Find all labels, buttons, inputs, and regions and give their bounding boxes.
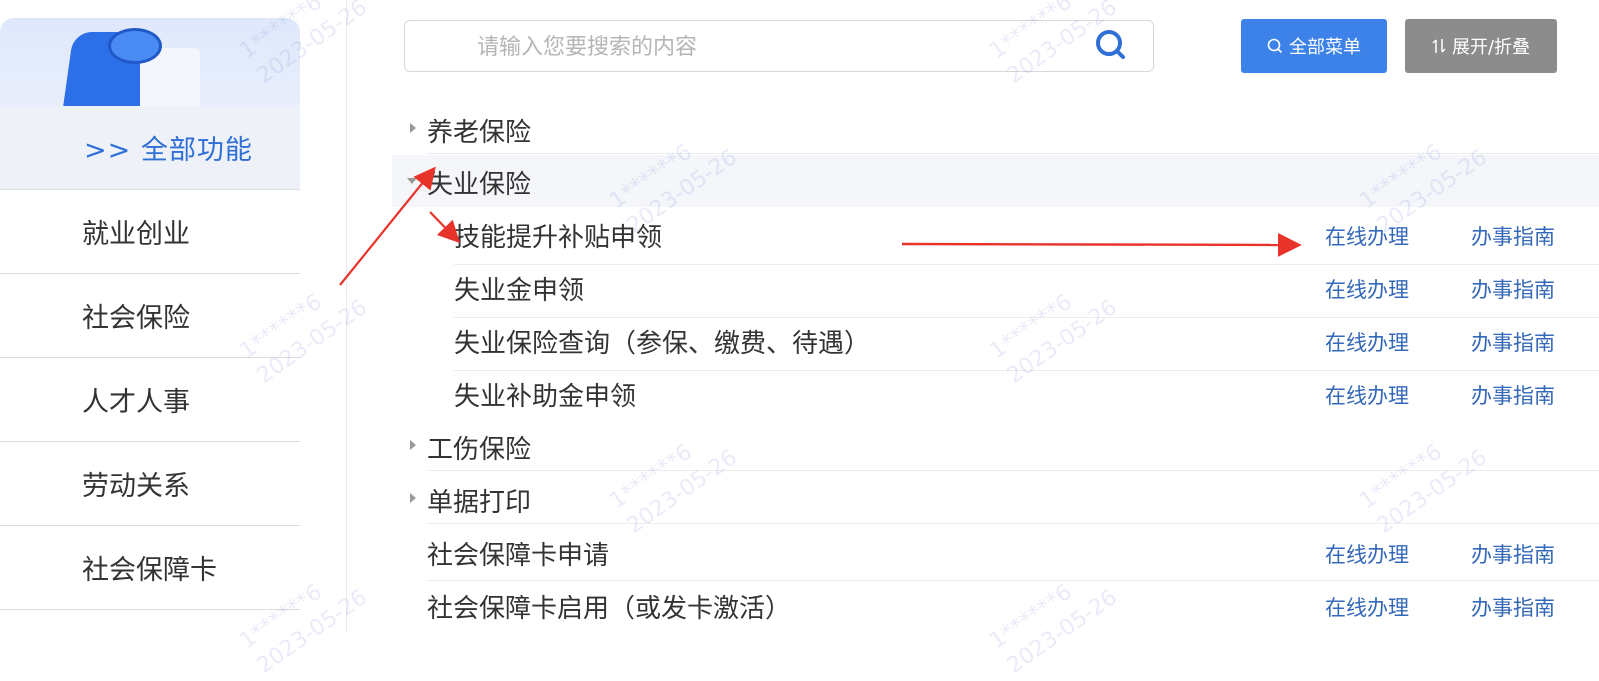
expand-collapse-button[interactable]: 展开/折叠 — [1405, 19, 1557, 73]
divider — [427, 523, 1599, 524]
all-menu-button[interactable]: 全部菜单 — [1241, 19, 1387, 73]
online-handle-link[interactable]: 在线办理 — [1325, 327, 1409, 357]
banner-illustration-top — [108, 28, 162, 64]
list-item: 社会保障卡申请 在线办理 办事指南 — [392, 526, 1599, 578]
guide-link[interactable]: 办事指南 — [1471, 327, 1555, 357]
sidebar-banner-image — [0, 18, 300, 106]
list-item: 社会保障卡启用（或发卡激活） 在线办理 办事指南 — [392, 579, 1599, 631]
category-row-pension[interactable]: 养老保险 — [392, 103, 1599, 155]
search-input[interactable] — [475, 29, 1059, 65]
category-row-work-injury[interactable]: 工伤保险 — [392, 420, 1599, 472]
guide-link[interactable]: 办事指南 — [1471, 274, 1555, 304]
divider — [427, 470, 1599, 471]
online-handle-link[interactable]: 在线办理 — [1325, 380, 1409, 410]
sidebar-item-employment[interactable]: 就业创业 — [0, 190, 300, 274]
divider — [427, 153, 1599, 154]
sidebar-item-labor-relations[interactable]: 劳动关系 — [0, 442, 300, 526]
search-icon[interactable] — [1094, 28, 1128, 62]
item-label: 失业金申领 — [454, 276, 585, 306]
online-handle-link[interactable]: 在线办理 — [1325, 592, 1409, 622]
category-label: 工伤保险 — [427, 435, 532, 465]
list-item: 失业保险查询（参保、缴费、待遇） 在线办理 办事指南 — [448, 314, 1599, 366]
caret-right-icon — [410, 493, 416, 503]
category-label: 单据打印 — [427, 488, 532, 518]
caret-right-icon — [410, 440, 416, 450]
item-label: 社会保障卡申请 — [427, 541, 610, 571]
list-item: 技能提升补贴申领 在线办理 办事指南 — [448, 208, 1599, 260]
search-box — [404, 20, 1154, 72]
item-label: 技能提升补贴申领 — [454, 223, 663, 253]
guide-link[interactable]: 办事指南 — [1471, 380, 1555, 410]
item-label: 社会保障卡启用（或发卡激活） — [427, 594, 792, 624]
online-handle-link[interactable]: 在线办理 — [1325, 221, 1409, 251]
expand-collapse-label: 展开/折叠 — [1451, 37, 1531, 58]
guide-link[interactable]: 办事指南 — [1471, 592, 1555, 622]
online-handle-link[interactable]: 在线办理 — [1325, 274, 1409, 304]
category-label: 养老保险 — [427, 118, 532, 148]
online-handle-link[interactable]: 在线办理 — [1325, 539, 1409, 569]
category-row-unemployment[interactable]: 失业保险 — [392, 155, 1599, 207]
sidebar-item-social-security-card[interactable]: 社会保障卡 — [0, 526, 300, 610]
vertical-divider — [346, 0, 347, 633]
caret-right-icon — [410, 123, 416, 133]
sidebar-item-all-functions[interactable]: >> 全部功能 — [0, 106, 300, 190]
item-label: 失业保险查询（参保、缴费、待遇） — [454, 329, 871, 359]
guide-link[interactable]: 办事指南 — [1471, 221, 1555, 251]
guide-link[interactable]: 办事指南 — [1471, 539, 1555, 569]
caret-down-icon — [407, 178, 417, 184]
all-menu-label: 全部菜单 — [1289, 37, 1361, 58]
sort-arrows-icon — [1432, 38, 1446, 54]
category-row-document-print[interactable]: 单据打印 — [392, 473, 1599, 525]
item-label: 失业补助金申领 — [454, 382, 637, 412]
list-item: 失业补助金申领 在线办理 办事指南 — [448, 367, 1599, 419]
category-label: 失业保险 — [427, 170, 532, 200]
sidebar: >> 全部功能 就业创业 社会保险 人才人事 劳动关系 社会保障卡 — [0, 0, 300, 633]
sidebar-item-talent[interactable]: 人才人事 — [0, 358, 300, 442]
search-icon — [1267, 38, 1283, 54]
list-item: 失业金申领 在线办理 办事指南 — [448, 261, 1599, 313]
sidebar-item-social-insurance[interactable]: 社会保险 — [0, 274, 300, 358]
